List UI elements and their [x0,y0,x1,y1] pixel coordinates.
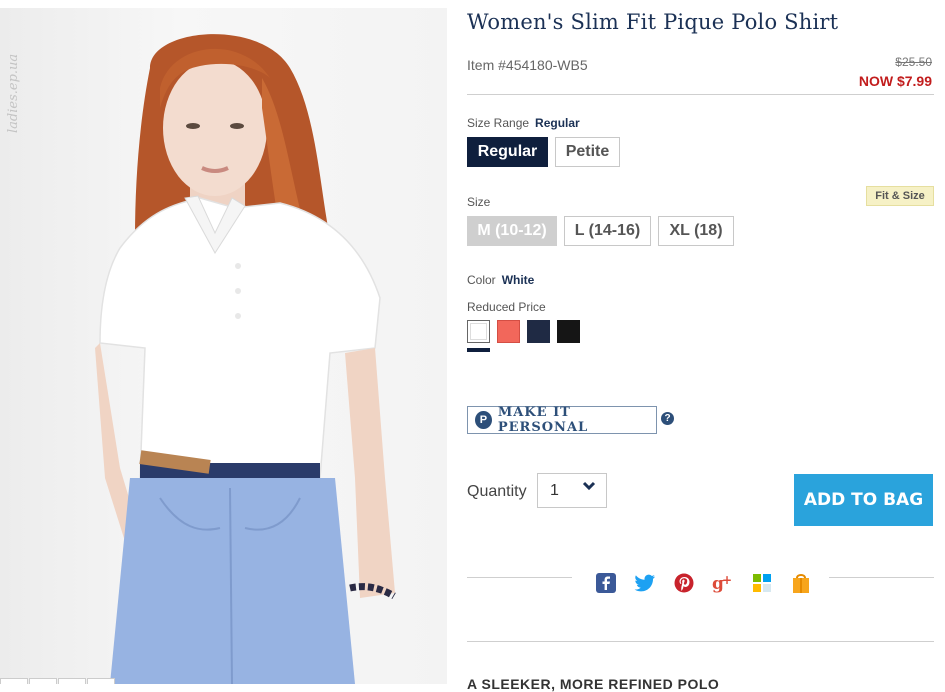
make-it-personal-button[interactable]: P MAKE IT PERSONAL [467,405,657,435]
color-label: Color White [467,273,534,287]
swatch-navy[interactable] [527,320,550,343]
thumbnail[interactable] [29,678,57,684]
help-icon[interactable]: ? [661,412,674,425]
monogram-icon: P [475,411,492,429]
thumbnail-strip[interactable] [0,678,116,684]
add-to-bag-button[interactable]: ADD TO BAG [794,474,933,526]
size-range-label: Size Range Regular [467,116,580,130]
selected-swatch-indicator [467,348,490,352]
divider [467,641,934,642]
fit-and-size-link[interactable]: Fit & Size [866,186,934,206]
gift-bag-icon[interactable] [790,572,812,594]
make-it-personal-label: MAKE IT PERSONAL [497,405,589,435]
divider [467,94,934,95]
original-price: $25.50 [895,55,932,69]
product-photo[interactable]: ladies.ep.ua [0,8,447,684]
size-range-regular-button[interactable]: Regular [467,137,548,167]
swatch-coral[interactable] [497,320,520,343]
svg-text:+: + [722,573,732,587]
pinterest-icon[interactable] [673,572,695,594]
size-m-button[interactable]: M (10-12) [467,216,557,246]
quantity-label: Quantity [467,483,527,500]
chevron-down-icon [582,481,596,491]
thumbnail[interactable] [87,678,115,684]
thumbnail[interactable] [58,678,86,684]
reduced-price-label: Reduced Price [467,300,546,314]
share-icons: g + [595,572,829,594]
divider [829,577,934,578]
watermark-text: ladies.ep.ua [6,53,21,133]
quantity-value: 1 [550,482,559,499]
size-range-selected: Regular [535,116,580,130]
microsoft-icon[interactable] [751,572,773,594]
thumbnail[interactable] [0,678,28,684]
size-label: Size [467,195,491,209]
twitter-icon[interactable] [634,572,656,594]
divider [467,577,572,578]
model-illustration [95,34,396,684]
size-range-petite-button[interactable]: Petite [555,137,620,167]
facebook-icon[interactable] [595,572,617,594]
size-xl-button[interactable]: XL (18) [658,216,734,246]
size-l-button[interactable]: L (14-16) [564,216,651,246]
google-plus-icon[interactable]: g + [712,572,734,594]
sale-price: NOW $7.99 [858,73,932,89]
details-heading: A SLEEKER, MORE REFINED POLO [467,676,720,692]
size-range-label-text: Size Range [467,116,530,130]
product-title: Women's Slim Fit Pique Polo Shirt [467,10,839,34]
quantity-select[interactable]: 1 [537,473,607,508]
item-number: Item #454180-WB5 [467,57,588,73]
swatch-white[interactable] [467,320,490,343]
color-label-text: Color [467,273,496,287]
swatch-white-fill [470,323,487,340]
color-selected: White [501,273,535,287]
swatch-black[interactable] [557,320,580,343]
